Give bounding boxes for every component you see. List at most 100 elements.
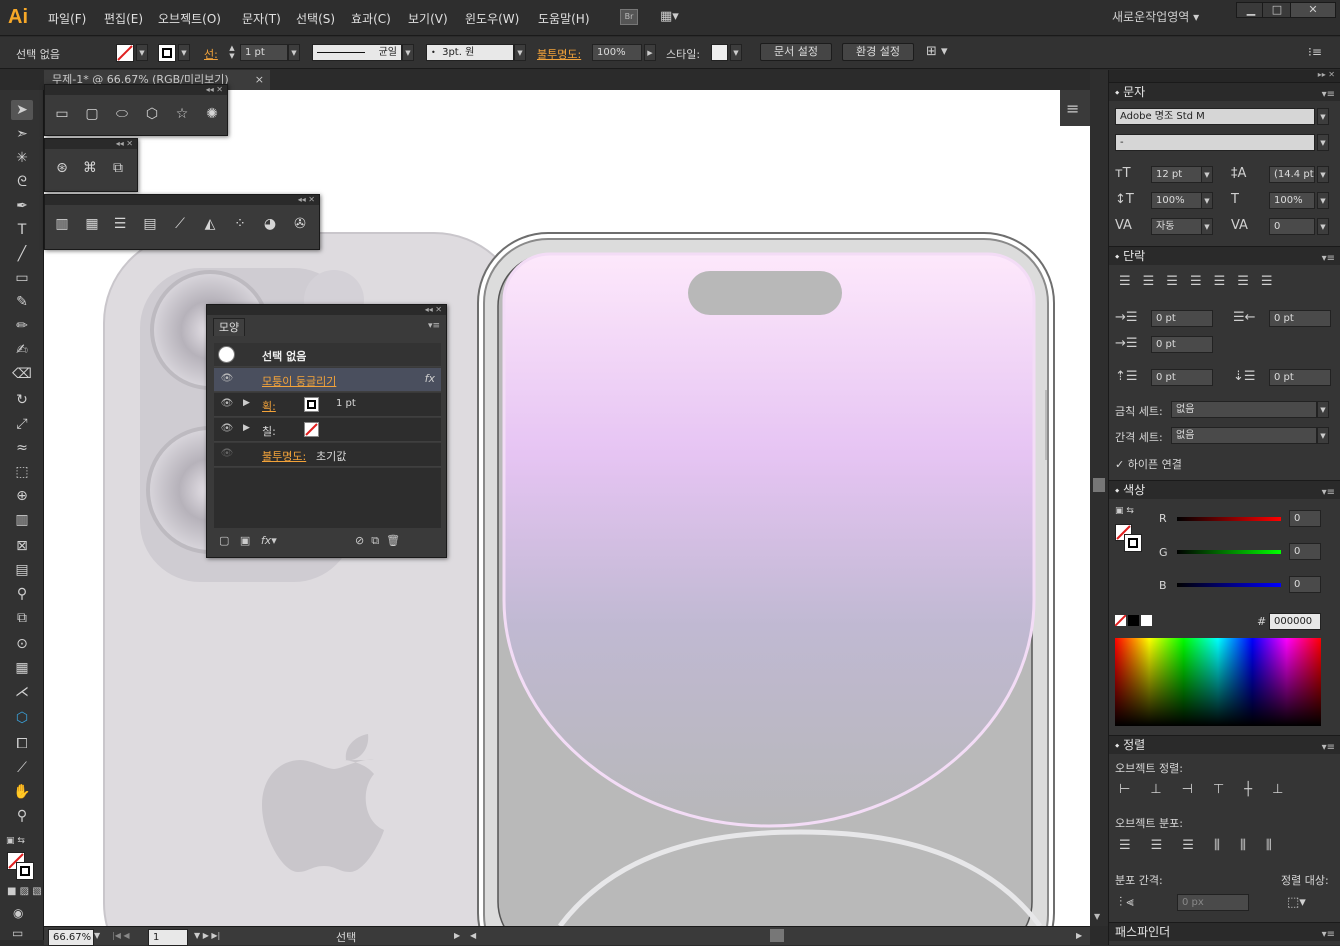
appearance-menu-icon[interactable]: ▾≡ [428, 321, 440, 331]
line-graph-icon[interactable]: ⟋ [171, 215, 189, 233]
align-menu-icon[interactable]: ▾≡ [1322, 739, 1335, 757]
blob-brush-tool-icon[interactable]: ✍ [11, 340, 33, 360]
eraser-tool-icon[interactable]: ⌫ [11, 364, 33, 384]
kinsoku-select[interactable]: 없음 [1171, 401, 1317, 418]
vertical-scrollbar[interactable]: ▼ [1090, 70, 1108, 926]
menu-select[interactable]: 선택(S) [296, 10, 335, 27]
black-color-icon[interactable] [1128, 615, 1139, 626]
style-swatch[interactable] [711, 44, 728, 61]
symbol-sprayer-icon[interactable]: ⊛ [53, 159, 71, 177]
stroke-row-label[interactable]: 획: [262, 398, 276, 414]
align-object-buttons[interactable]: ⊢⊥⊣⊤┼⊥ [1119, 782, 1303, 797]
pen-tool-icon[interactable]: ✒ [11, 196, 33, 216]
horizontal-scale-dropdown-icon[interactable]: ▼ [1317, 192, 1329, 209]
mojikumi-select[interactable]: 없음 [1171, 427, 1317, 444]
fill-row-swatch[interactable] [304, 422, 319, 437]
arrange-icon[interactable]: ⊞ ▾ [926, 44, 948, 59]
color-panel-header[interactable]: ⬩ 색상 ▾≡ [1109, 480, 1340, 499]
scroll-left-icon[interactable]: ◀ [470, 931, 476, 940]
color-mode-icon[interactable]: ■ ▨ ▧ [7, 886, 42, 897]
horizontal-scale-field[interactable]: 100% [1269, 192, 1315, 209]
column-graph-tool-icon[interactable]: ▦ [11, 658, 33, 678]
font-size-dropdown-icon[interactable]: ▼ [1201, 166, 1213, 183]
paragraph-panel-header[interactable]: ⬩ 단락 ▾≡ [1109, 246, 1340, 265]
pie-graph-icon[interactable]: ◕ [261, 215, 279, 233]
close-button[interactable]: ✕ [1290, 2, 1336, 18]
zoom-dropdown-icon[interactable]: ▼ [94, 931, 100, 940]
type-tool-icon[interactable]: T [11, 220, 33, 240]
bridge-button[interactable]: Br [620, 9, 638, 25]
hex-field[interactable]: 000000 [1269, 613, 1321, 630]
bar-graph-icon[interactable]: ☰ [111, 215, 129, 233]
font-family-dropdown-icon[interactable]: ▼ [1317, 108, 1329, 125]
polygon-tool-icon[interactable]: ⬡ [143, 105, 161, 123]
none-color-icon[interactable] [1114, 614, 1127, 627]
red-slider[interactable] [1177, 517, 1281, 521]
screen-mode-icon[interactable]: ▭ [12, 926, 23, 940]
stroke-swatch[interactable] [158, 44, 176, 62]
menu-help[interactable]: 도움말(H) [538, 10, 590, 27]
stroke-weight-field[interactable]: 1 pt [240, 44, 288, 61]
hand-tool-icon[interactable]: ✋ [11, 782, 33, 802]
visibility-eye-icon[interactable]: 👁 [220, 373, 234, 385]
space-after-field[interactable]: 0 pt [1269, 369, 1331, 386]
opacity-field[interactable]: 100% [592, 44, 642, 61]
green-field[interactable]: 0 [1289, 543, 1321, 560]
graph-tool-icon[interactable]: ▥ [11, 510, 33, 530]
horizontal-scroll-thumb[interactable] [770, 929, 784, 942]
zoom-tool-icon[interactable]: ⚲ [11, 806, 33, 826]
stroke-dropdown-icon[interactable]: ▼ [178, 44, 190, 61]
paragraph-align-buttons[interactable]: ☰☰☰☰☰☰☰ [1119, 274, 1285, 289]
menu-view[interactable]: 보기(V) [408, 10, 448, 27]
distribute-object-buttons[interactable]: ☰☰☰⫼⫼⫼ [1119, 838, 1292, 853]
status-menu-arrow-icon[interactable]: ▶ [454, 931, 460, 940]
line-tool-icon[interactable]: ╱ [11, 244, 33, 264]
add-effect-icon[interactable]: fx▾ [261, 534, 277, 547]
menu-edit[interactable]: 편집(E) [104, 10, 143, 27]
stroke-color-icon[interactable] [16, 862, 34, 880]
paintbrush-tool-icon[interactable]: ✎ [11, 292, 33, 312]
radar-graph-icon[interactable]: ✇ [291, 215, 309, 233]
add-fill-icon[interactable]: ▣ [240, 534, 250, 547]
symbol-panel-controls[interactable]: ◂◂ ✕ [45, 139, 137, 149]
vertical-scroll-thumb[interactable] [1093, 478, 1105, 492]
stroke-label[interactable]: 선: [204, 46, 218, 62]
rounded-rectangle-tool-icon[interactable]: ▢ [83, 105, 101, 123]
green-slider[interactable] [1177, 550, 1281, 554]
color-stroke-swatch[interactable] [1124, 534, 1142, 552]
font-style-select[interactable]: - [1115, 134, 1315, 151]
stroke-profile-dropdown-icon[interactable]: ▼ [402, 44, 414, 61]
warp-tool-icon[interactable]: ≈ [11, 438, 33, 458]
perspective-grid-tool-icon[interactable]: ⋌ [11, 682, 33, 702]
eyedropper-tool-icon[interactable]: ⚲ [11, 584, 33, 604]
artboard-tool-icon[interactable]: ⧠ [11, 734, 33, 754]
duplicate-item-icon[interactable]: ⧉ [371, 534, 379, 547]
direct-selection-tool-icon[interactable]: ➣ [11, 124, 33, 144]
default-colors-icon[interactable]: ▣ ⇆ [6, 836, 25, 846]
color-menu-icon[interactable]: ▾≡ [1322, 484, 1335, 502]
pencil-tool-icon[interactable]: ✏ [11, 316, 33, 336]
control-menu-icon[interactable]: ⁝≡ [1308, 45, 1322, 59]
menu-window[interactable]: 윈도우(W) [465, 10, 519, 27]
right-indent-field[interactable]: 0 pt [1269, 310, 1331, 327]
clear-appearance-icon[interactable]: ⊘ [355, 534, 364, 547]
align-panel-header[interactable]: ⬩ 정렬 ▾≡ [1109, 735, 1340, 754]
stacked-bar-graph-icon[interactable]: ▤ [141, 215, 159, 233]
stroke-row-weight[interactable]: 1 pt [336, 398, 356, 409]
zoom-field[interactable]: 66.67% [48, 929, 94, 946]
space-before-field[interactable]: 0 pt [1151, 369, 1213, 386]
menu-file[interactable]: 파일(F) [48, 10, 86, 27]
3d-tool-icon[interactable]: ⬡ [11, 708, 33, 728]
scroll-right-icon[interactable]: ▶ [1076, 931, 1082, 940]
slice-tool-icon[interactable]: ⟋ [11, 758, 33, 778]
leading-dropdown-icon[interactable]: ▼ [1317, 166, 1329, 183]
stroke-weight-dropdown-icon[interactable]: ▼ [288, 44, 300, 61]
vertical-scale-dropdown-icon[interactable]: ▼ [1201, 192, 1213, 209]
maximize-button[interactable]: □ [1262, 2, 1292, 18]
visibility-eye-icon[interactable]: 👁 [220, 398, 234, 410]
paragraph-menu-icon[interactable]: ▾≡ [1322, 250, 1335, 268]
blue-field[interactable]: 0 [1289, 576, 1321, 593]
star-tool-icon[interactable]: ☆ [173, 105, 191, 123]
rectangle-tool-icon[interactable]: ▭ [53, 105, 71, 123]
fill-dropdown-icon[interactable]: ▼ [136, 44, 148, 61]
